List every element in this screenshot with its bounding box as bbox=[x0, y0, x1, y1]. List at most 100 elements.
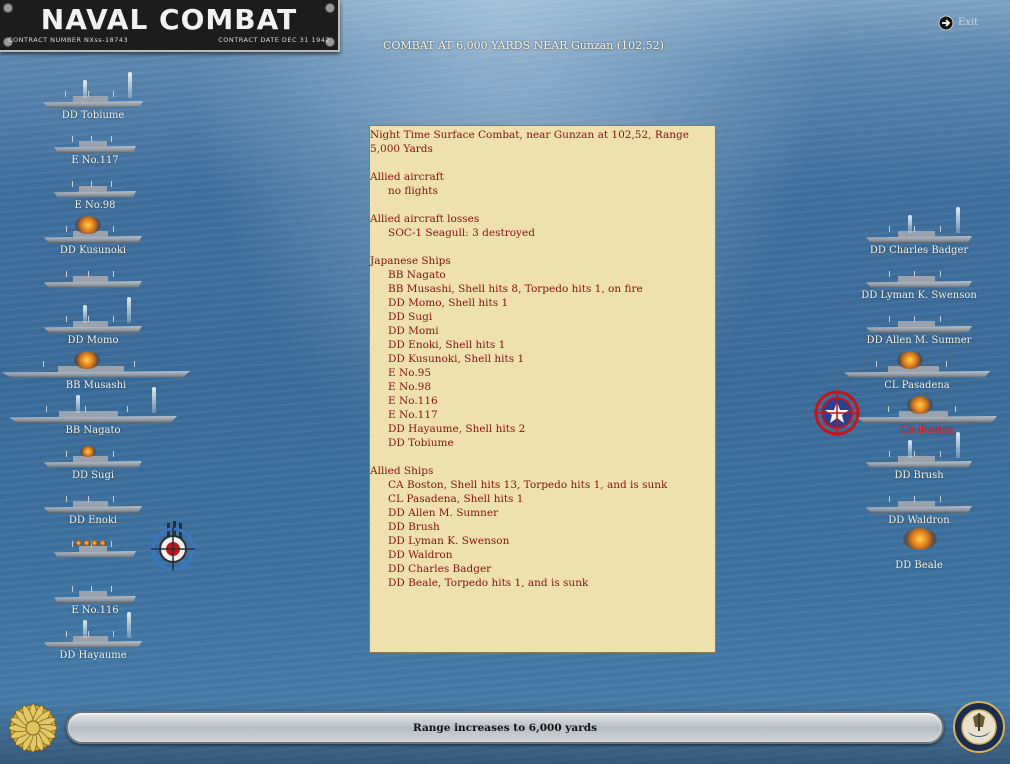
report-line: DD Momi bbox=[388, 325, 439, 337]
ship-name-label: DD Kusunoki bbox=[59, 245, 127, 256]
report-section-title: Allied aircraft bbox=[370, 171, 444, 183]
report-line: BB Musashi, Shell hits 8, Torpedo hits 1… bbox=[388, 283, 643, 295]
report-section-title: Night Time Surface Combat, near Gunzan a… bbox=[370, 129, 689, 155]
ship-sprite[interactable] bbox=[44, 271, 142, 288]
contract-number: CONTRACT NUMBER NXss-18743 bbox=[8, 36, 129, 44]
ship-sprite[interactable] bbox=[44, 446, 142, 468]
ship-hull bbox=[43, 101, 143, 108]
ship-mast bbox=[889, 316, 891, 322]
ship-mast bbox=[65, 631, 67, 637]
contract-line: CONTRACT NUMBER NXss-18743 CONTRACT DATE… bbox=[8, 36, 330, 44]
ship-mast bbox=[90, 136, 92, 142]
ship-hull bbox=[44, 461, 142, 468]
ship-sprite[interactable] bbox=[54, 586, 136, 603]
ship-mast bbox=[65, 226, 67, 232]
ship-sprite[interactable] bbox=[866, 271, 972, 288]
report-line: E No.98 bbox=[388, 381, 432, 393]
ship-name-label: DD Momo bbox=[67, 335, 119, 346]
ship-sprite[interactable] bbox=[866, 316, 972, 333]
report-section-title: Japanese Ships bbox=[370, 255, 451, 267]
report-spacer bbox=[370, 156, 715, 170]
report-line: SOC-1 Seagull: 3 destroyed bbox=[388, 227, 535, 239]
exit-button-label[interactable]: Exit bbox=[958, 17, 978, 28]
report-line: DD Lyman K. Swenson bbox=[388, 535, 510, 547]
ship-sprite[interactable] bbox=[866, 432, 972, 468]
ship-sprite[interactable] bbox=[857, 396, 997, 423]
ship-sprite[interactable] bbox=[44, 216, 142, 243]
ship-name-label: DD Sugi bbox=[71, 470, 115, 481]
ship-hull bbox=[2, 371, 190, 378]
ship-sprite[interactable] bbox=[2, 351, 190, 378]
splash-icon bbox=[956, 207, 961, 233]
ship-hull bbox=[54, 596, 136, 603]
game-title: NAVAL COMBAT bbox=[40, 3, 298, 36]
report-line: DD Beale, Torpedo hits 1, and is sunk bbox=[388, 577, 589, 589]
ship-sprite[interactable] bbox=[54, 540, 136, 558]
muzzle-flash-icon bbox=[74, 540, 82, 546]
ship-sprite[interactable] bbox=[866, 496, 972, 513]
ship-mast bbox=[88, 271, 90, 277]
splash-icon bbox=[956, 432, 961, 458]
splash-icon bbox=[908, 215, 913, 233]
status-message: Range increases to 6,000 yards bbox=[412, 722, 597, 734]
ship-sprite[interactable] bbox=[844, 351, 990, 378]
ship-hull bbox=[866, 236, 972, 243]
ship-mast bbox=[913, 271, 915, 277]
ship-mast bbox=[90, 181, 92, 187]
report-line: DD Allen M. Sumner bbox=[388, 507, 499, 519]
ship-mast bbox=[889, 496, 891, 502]
ship-superstructure bbox=[73, 276, 108, 282]
ship-mast bbox=[889, 271, 891, 277]
report-spacer bbox=[370, 198, 715, 212]
ship-superstructure bbox=[78, 186, 108, 192]
ship-hull bbox=[866, 506, 972, 513]
ship-name-label: BB Musashi bbox=[65, 380, 127, 391]
ship-mast bbox=[72, 586, 74, 592]
report-section-title: Allied Ships bbox=[370, 465, 434, 477]
report-line: CA Boston, Shell hits 13, Torpedo hits 1… bbox=[388, 479, 668, 491]
ship-hull bbox=[866, 326, 972, 333]
ship-hull bbox=[54, 191, 136, 198]
ship-superstructure bbox=[897, 276, 935, 282]
splash-icon bbox=[83, 305, 88, 323]
ship-sprite[interactable] bbox=[43, 72, 143, 108]
ship-superstructure bbox=[73, 501, 108, 507]
ship-mast bbox=[72, 136, 74, 142]
ship-superstructure bbox=[59, 411, 119, 417]
ship-mast bbox=[913, 316, 915, 322]
ship-mast bbox=[112, 496, 114, 502]
ship-mast bbox=[889, 226, 891, 232]
ship-sprite[interactable] bbox=[54, 136, 136, 153]
report-line: DD Sugi bbox=[388, 311, 433, 323]
splash-icon bbox=[127, 297, 132, 323]
ship-mast bbox=[940, 316, 942, 322]
exit-arrow-icon[interactable] bbox=[938, 15, 954, 31]
ship-sprite[interactable] bbox=[9, 387, 177, 423]
ship-mast bbox=[112, 451, 114, 457]
ship-mast bbox=[913, 451, 915, 457]
ship-sprite[interactable] bbox=[44, 612, 142, 648]
contract-date: CONTRACT DATE DEC 31 1942 bbox=[218, 36, 330, 44]
report-line: E No.116 bbox=[388, 395, 438, 407]
chrysanthemum-icon bbox=[9, 704, 57, 752]
ship-superstructure bbox=[897, 501, 935, 507]
ship-hull bbox=[54, 146, 136, 153]
report-spacer bbox=[370, 450, 715, 464]
ship-sprite[interactable] bbox=[54, 181, 136, 198]
ship-mast bbox=[913, 226, 915, 232]
ship-sprite[interactable] bbox=[44, 496, 142, 513]
navy-seal-icon bbox=[953, 701, 1005, 753]
report-section-title: Allied aircraft losses bbox=[370, 213, 480, 225]
ship-mast bbox=[887, 406, 889, 412]
ship-superstructure bbox=[73, 456, 108, 462]
ship-superstructure bbox=[73, 96, 108, 102]
ship-mast bbox=[65, 496, 67, 502]
report-line: E No.95 bbox=[388, 367, 432, 379]
rising-sun-target-icon[interactable] bbox=[150, 521, 196, 573]
ship-sprite[interactable] bbox=[866, 207, 972, 243]
star-target-icon[interactable] bbox=[814, 390, 860, 436]
ship-mast bbox=[90, 586, 92, 592]
ship-mast bbox=[88, 316, 90, 322]
ship-sprite[interactable] bbox=[44, 297, 142, 333]
report-line: DD Tobiume bbox=[388, 437, 454, 449]
